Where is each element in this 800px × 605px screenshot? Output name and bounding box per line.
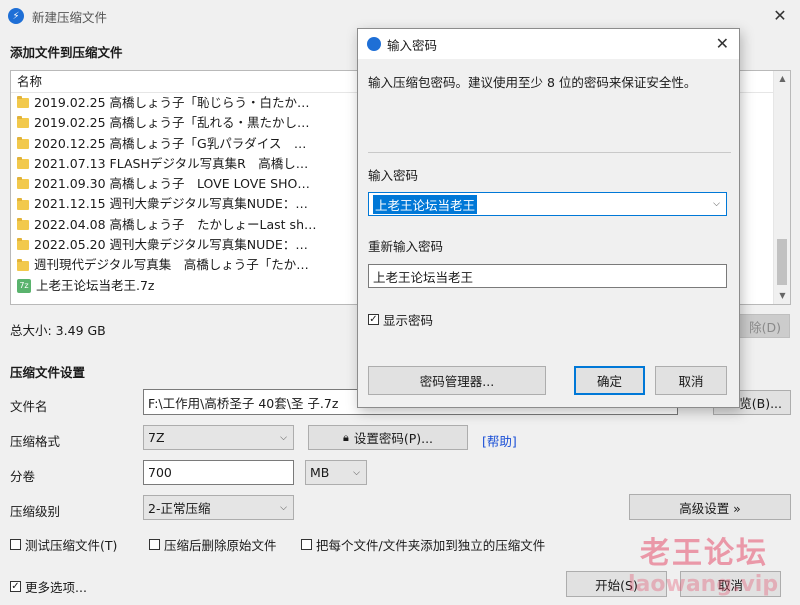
close-icon[interactable]: ✕ <box>716 34 729 53</box>
dialog-body: 输入压缩包密码。建议使用至少 8 位的密码来保证安全性。 输入密码 上老王论坛当… <box>358 59 739 407</box>
more-options-checkbox[interactable]: ✓ 更多选项... <box>10 577 87 596</box>
list-item-name: 上老王论坛当老王.7z <box>36 277 155 293</box>
folder-icon <box>17 258 29 271</box>
chevron-down-icon: ⌵ <box>280 502 287 513</box>
checkbox-box <box>301 539 312 550</box>
advanced-settings-button[interactable]: 高级设置 » <box>629 494 791 520</box>
app-logo-icon <box>367 37 381 51</box>
list-item-name: 2021.07.13 FLASHデジタル写真集R 高橋し… <box>34 155 309 171</box>
reenter-password-label: 重新输入密码 <box>368 239 444 254</box>
folder-icon <box>17 157 29 170</box>
list-item-name: 2019.02.25 高橋しょう子「恥じらう・白たか… <box>34 95 310 110</box>
folder-icon <box>17 217 29 230</box>
files-section-title: 添加文件到压缩文件 <box>10 45 123 60</box>
show-password-checkbox[interactable]: ✓ 显示密码 <box>368 310 433 329</box>
close-icon[interactable]: ✕ <box>770 6 790 25</box>
folder-icon <box>17 136 29 149</box>
format-label: 压缩格式 <box>10 434 61 449</box>
password-dialog: 输入密码 ✕ 输入压缩包密码。建议使用至少 8 位的密码来保证安全性。 输入密码… <box>357 28 740 408</box>
folder-icon <box>17 116 29 129</box>
scroll-up-icon[interactable]: ▲ <box>774 71 790 87</box>
dialog-cancel-button[interactable]: 取消 <box>655 366 727 395</box>
list-item-name: 週刊現代デジタル写真集 高橋しょう子「たか… <box>34 257 309 273</box>
format-value: 7Z <box>148 430 165 445</box>
password-hint: 输入压缩包密码。建议使用至少 8 位的密码来保证安全性。 <box>368 75 697 90</box>
checkbox-box <box>10 539 21 550</box>
list-item-name: 2019.02.25 高橋しょう子「乱れる・黒たかし… <box>34 115 310 131</box>
test-archive-label: 测试压缩文件(T) <box>25 538 118 553</box>
checkbox-box <box>149 539 160 550</box>
chevron-down-icon: ⌵ <box>353 467 360 478</box>
total-size-label: 总大小: 3.49 GB <box>10 323 106 338</box>
checkbox-checked: ✓ <box>368 314 379 325</box>
level-label: 压缩级别 <box>10 504 61 519</box>
folder-icon <box>17 177 29 190</box>
level-value: 2-正常压缩 <box>148 501 211 516</box>
divider <box>368 152 731 153</box>
list-item-name: 2022.04.08 高橋しょう子 たかしょーLast sh… <box>34 216 317 232</box>
archive-icon: 7z <box>17 278 31 293</box>
watermark-url: laowang.vip <box>628 572 779 597</box>
scroll-thumb[interactable] <box>777 239 787 285</box>
folder-icon <box>17 197 29 210</box>
set-password-label: 设置密码(P)... <box>353 431 434 446</box>
list-item-name: 2022.05.20 週刊大衆デジタル写真集NUDE：… <box>34 237 308 253</box>
split-label: 分卷 <box>10 469 36 484</box>
separate-archives-label: 把每个文件/文件夹添加到独立的压缩文件 <box>316 538 546 553</box>
lock-icon: 🔒︎ <box>342 430 349 444</box>
level-select[interactable]: 2-正常压缩 ⌵ <box>143 495 294 520</box>
ok-button[interactable]: 确定 <box>574 366 645 395</box>
file-list-scrollbar[interactable]: ▲ ▼ <box>773 71 790 304</box>
chevron-down-icon: ⌵ <box>280 432 287 443</box>
app-logo-icon: ⚡ <box>8 8 24 24</box>
split-unit-select[interactable]: MB ⌵ <box>305 460 367 485</box>
list-item-name: 2020.12.25 高橋しょう子「G乳パラダイス … <box>34 135 307 151</box>
folder-icon <box>17 96 29 109</box>
watermark-text: 老王论坛 <box>640 536 768 571</box>
set-password-button[interactable]: 🔒︎ 设置密码(P)... <box>308 425 468 450</box>
separate-archives-checkbox[interactable]: 把每个文件/文件夹添加到独立的压缩文件 <box>301 535 545 554</box>
checkbox-checked: ✓ <box>10 581 21 592</box>
delete-originals-label: 压缩后删除原始文件 <box>164 538 277 553</box>
list-item-name: 2021.12.15 週刊大衆デジタル写真集NUDE：… <box>34 196 308 212</box>
folder-icon <box>17 238 29 251</box>
password-label: 输入密码 <box>368 168 419 183</box>
filename-label: 文件名 <box>10 399 48 414</box>
chevron-down-icon: ⌵ <box>713 199 720 209</box>
reenter-password-input[interactable]: 上老王论坛当老王 <box>368 264 727 288</box>
more-options-label: 更多选项... <box>25 580 87 595</box>
delete-originals-checkbox[interactable]: 压缩后删除原始文件 <box>149 535 277 554</box>
settings-section-title: 压缩文件设置 <box>10 365 86 380</box>
list-item-name: 2021.09.30 高橋しょう子 LOVE LOVE SHO… <box>34 176 310 192</box>
split-unit-value: MB <box>310 465 330 480</box>
split-input[interactable]: 700 <box>143 460 294 485</box>
format-select[interactable]: 7Z ⌵ <box>143 425 294 450</box>
dialog-titlebar: 输入密码 ✕ <box>358 29 739 59</box>
window-title: 新建压缩文件 <box>32 9 108 25</box>
password-value: 上老王论坛当老王 <box>373 194 478 214</box>
test-archive-checkbox[interactable]: 测试压缩文件(T) <box>10 535 117 554</box>
show-password-label: 显示密码 <box>383 313 434 328</box>
dialog-title: 输入密码 <box>387 37 438 53</box>
password-manager-button[interactable]: 密码管理器... <box>368 366 546 395</box>
password-input[interactable]: 上老王论坛当老王 ⌵ <box>368 192 727 216</box>
help-link[interactable]: [帮助] <box>482 431 517 450</box>
scroll-down-icon[interactable]: ▼ <box>774 288 790 304</box>
